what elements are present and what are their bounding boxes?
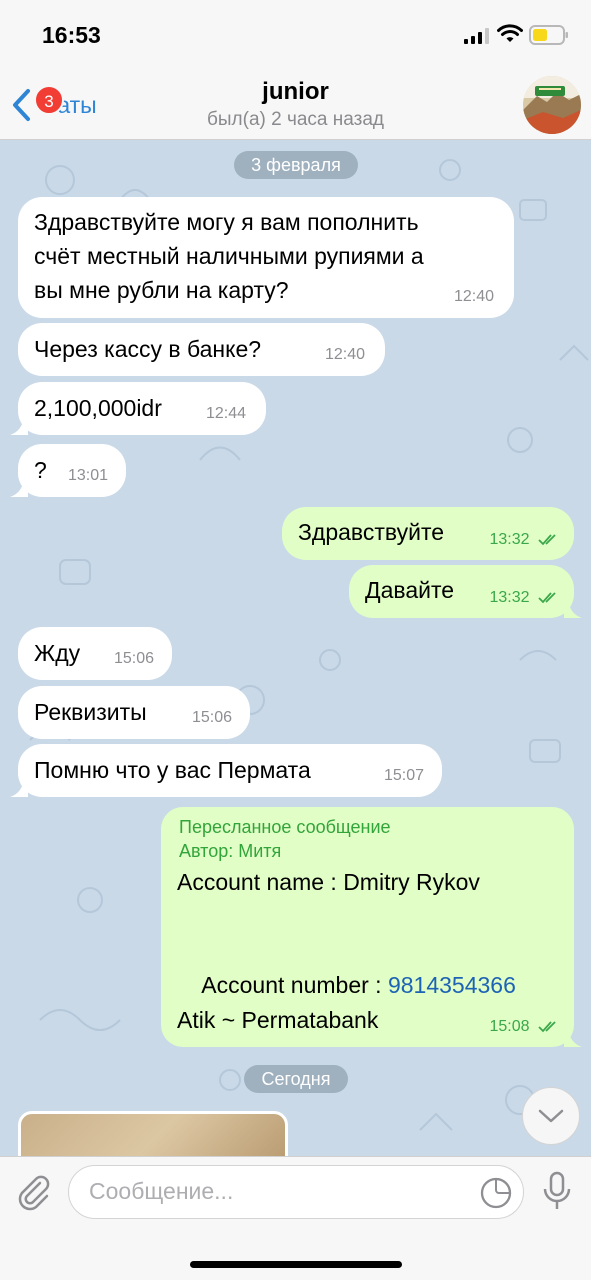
- battery-icon: [529, 25, 568, 45]
- message-text: Реквизиты: [34, 699, 147, 725]
- message-text: Через кассу в банке?: [34, 336, 262, 362]
- avatar-image: [523, 76, 581, 134]
- read-ticks-icon: [538, 592, 556, 604]
- message-time-text: 13:32: [489, 531, 530, 548]
- microphone-icon[interactable]: [540, 1171, 574, 1213]
- chevron-down-icon: [538, 1109, 564, 1123]
- message-text-line: счёт местный наличными рупиями а: [34, 243, 424, 269]
- message-text-line: вы мне рубли на карту?: [34, 277, 289, 303]
- bubble-tail: [10, 417, 28, 435]
- chat-status: был(а) 2 часа назад: [207, 109, 384, 130]
- message-text: Помню что у вас Пермата: [34, 757, 311, 783]
- incoming-message[interactable]: Реквизиты 15:06: [18, 686, 250, 739]
- signal-icon: [464, 28, 489, 44]
- status-bar: 16:53: [0, 0, 591, 70]
- incoming-message[interactable]: Помню что у вас Пермата 15:07: [10, 744, 442, 797]
- bubble-tail: [564, 1029, 582, 1047]
- read-ticks-icon: [538, 534, 556, 546]
- avatar[interactable]: [523, 76, 581, 134]
- incoming-message[interactable]: Через кассу в банке? 12:40: [18, 323, 385, 376]
- message-text-line: Здравствуйте могу я вам пополнить: [34, 209, 419, 235]
- forwarded-author[interactable]: Автор: Митя: [179, 839, 281, 863]
- message-time: 13:01: [67, 467, 108, 484]
- message-input-placeholder: Сообщение...: [89, 1178, 234, 1204]
- forwarded-header: Пересланное сообщение: [179, 817, 391, 837]
- message-time-text: 13:32: [489, 589, 530, 606]
- message-time-text: 15:08: [489, 1018, 530, 1035]
- wifi-icon: [497, 24, 523, 42]
- message-time: 13:32: [490, 531, 561, 549]
- message-time: 15:08: [490, 1018, 561, 1036]
- incoming-message[interactable]: 2,100,000idr 12:44: [10, 382, 266, 435]
- bubble-tail: [10, 779, 28, 797]
- message-text: Давайте: [365, 577, 455, 603]
- message-text: Здравствуйте: [298, 519, 445, 545]
- message-text: 2,100,000idr: [34, 395, 162, 421]
- bank-line: Atik ~ Permatabank: [177, 1007, 379, 1033]
- account-number-link[interactable]: 9814354366: [388, 972, 516, 998]
- message-time: 15:06: [191, 709, 232, 726]
- status-time: 16:53: [42, 22, 101, 48]
- message-text: Жду: [34, 640, 81, 666]
- bubble-tail: [10, 479, 28, 497]
- message-text: ?: [34, 457, 47, 483]
- message-input[interactable]: Сообщение...: [68, 1165, 524, 1219]
- date-separator: Сегодня: [244, 1065, 348, 1093]
- date-separator: 3 февраля: [234, 151, 358, 179]
- message-time: 15:07: [383, 767, 424, 784]
- message-time: 13:32: [490, 589, 561, 607]
- incoming-message[interactable]: Жду 15:06: [18, 627, 172, 680]
- message-time: 12:40: [324, 346, 365, 363]
- forwarded-message[interactable]: Пересланное сообщение Автор: Митя Accoun…: [161, 807, 582, 1047]
- bubble-tail: [564, 600, 582, 618]
- sticker-icon[interactable]: [479, 1176, 513, 1210]
- account-number-label: Account number :: [201, 972, 388, 998]
- home-indicator: [190, 1261, 402, 1268]
- incoming-message[interactable]: ? 13:01: [10, 444, 126, 497]
- read-ticks-icon: [538, 1021, 556, 1033]
- message-input-bar: Сообщение...: [0, 1156, 591, 1280]
- scroll-down-button[interactable]: [522, 1087, 580, 1145]
- outgoing-message[interactable]: Здравствуйте 13:32: [282, 507, 574, 560]
- paperclip-icon[interactable]: [14, 1171, 54, 1211]
- chat-header: Чаты 3 junior был(а) 2 часа назад: [0, 70, 591, 140]
- account-name-line: Account name : Dmitry Rykov: [177, 869, 480, 895]
- message-time: 15:06: [113, 650, 154, 667]
- message-time: 12:40: [453, 288, 494, 305]
- incoming-message[interactable]: Здравствуйте могу я вам пополнить счёт м…: [18, 197, 514, 318]
- message-time: 12:44: [205, 405, 246, 422]
- chat-title[interactable]: junior: [0, 78, 591, 106]
- outgoing-message[interactable]: Давайте 13:32: [349, 565, 582, 618]
